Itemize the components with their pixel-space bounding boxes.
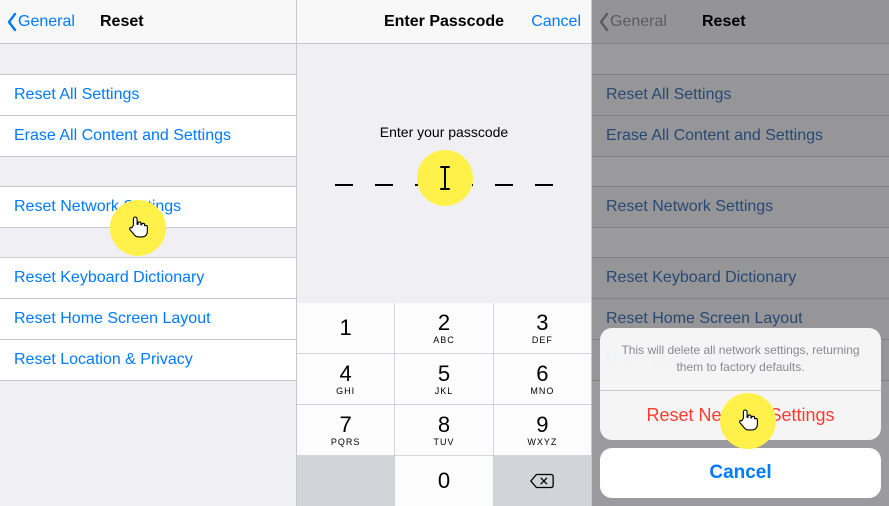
action-sheet: This will delete all network settings, r… xyxy=(600,328,881,498)
sheet-cancel-button[interactable]: Cancel xyxy=(600,448,881,498)
key-7[interactable]: 7PQRS xyxy=(297,405,394,455)
nav-title: Reset xyxy=(100,13,144,31)
backspace-icon xyxy=(529,472,555,490)
cell-reset-keyboard-dictionary[interactable]: Reset Keyboard Dictionary xyxy=(0,257,296,299)
back-button[interactable]: General xyxy=(0,12,75,32)
settings-reset-screen-with-sheet: General Reset Reset All Settings Erase A… xyxy=(592,0,889,506)
cell-reset-all-settings[interactable]: Reset All Settings xyxy=(0,74,296,116)
passcode-field[interactable] xyxy=(297,176,591,186)
cancel-button[interactable]: Cancel xyxy=(531,13,581,31)
key-1[interactable]: 1 xyxy=(297,303,394,353)
nav-bar: General Reset xyxy=(0,0,296,44)
passcode-digit xyxy=(495,184,513,186)
cell-reset-network-settings[interactable]: Reset Network Settings xyxy=(0,186,296,228)
passcode-prompt: Enter your passcode xyxy=(297,124,591,140)
passcode-digit xyxy=(375,184,393,186)
passcode-digit xyxy=(335,184,353,186)
key-3[interactable]: 3DEF xyxy=(494,303,591,353)
back-label: General xyxy=(18,13,75,31)
key-0[interactable]: 0 xyxy=(395,456,492,506)
key-8[interactable]: 8TUV xyxy=(395,405,492,455)
numeric-keypad: 1 2ABC 3DEF 4GHI 5JKL 6MNO 7PQRS 8TUV 9W… xyxy=(297,303,591,506)
nav-title: Enter Passcode xyxy=(384,13,504,31)
key-blank xyxy=(297,456,394,506)
chevron-left-icon xyxy=(6,12,18,32)
enter-passcode-screen: Enter Passcode Cancel Enter your passcod… xyxy=(297,0,592,506)
settings-reset-screen: General Reset Reset All Settings Erase A… xyxy=(0,0,297,506)
sheet-reset-network-settings[interactable]: Reset Network Settings xyxy=(600,391,881,440)
key-5[interactable]: 5JKL xyxy=(395,354,492,404)
passcode-digit xyxy=(455,184,473,186)
key-backspace[interactable] xyxy=(494,456,591,506)
key-4[interactable]: 4GHI xyxy=(297,354,394,404)
cell-reset-location-privacy[interactable]: Reset Location & Privacy xyxy=(0,339,296,381)
nav-bar: Enter Passcode Cancel xyxy=(297,0,591,44)
sheet-message: This will delete all network settings, r… xyxy=(600,328,881,390)
key-9[interactable]: 9WXYZ xyxy=(494,405,591,455)
passcode-digit xyxy=(415,184,433,186)
passcode-digit xyxy=(535,184,553,186)
key-2[interactable]: 2ABC xyxy=(395,303,492,353)
cell-erase-all-content[interactable]: Erase All Content and Settings xyxy=(0,115,296,157)
key-6[interactable]: 6MNO xyxy=(494,354,591,404)
cell-reset-home-screen-layout[interactable]: Reset Home Screen Layout xyxy=(0,298,296,340)
